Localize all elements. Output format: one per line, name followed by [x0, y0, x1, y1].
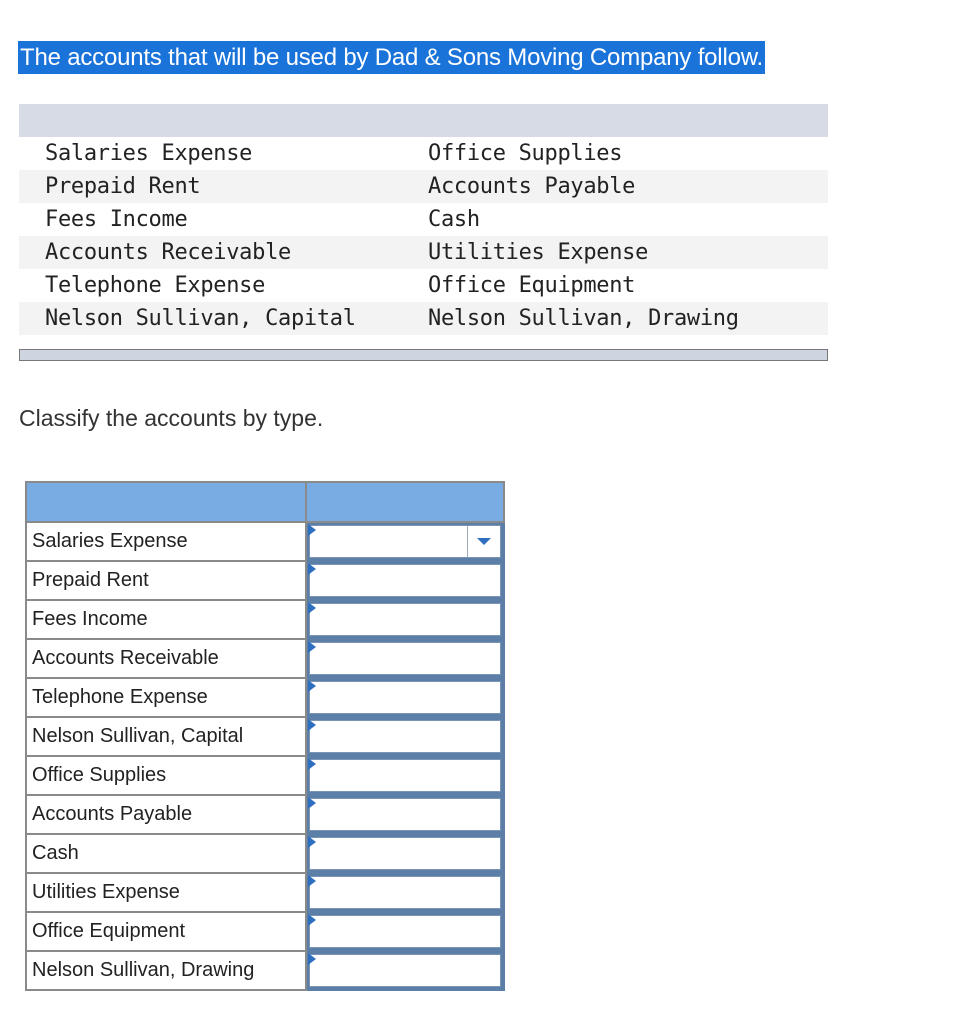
classification-row: Utilities Expense — [25, 872, 505, 913]
classification-row: Office Supplies — [25, 755, 505, 796]
classification-row: Accounts Receivable — [25, 638, 505, 679]
answer-flag-icon — [308, 836, 316, 848]
classification-table: Salaries Expense Prepaid Rent Fees Incom… — [25, 481, 505, 991]
account-type-select[interactable] — [308, 563, 501, 597]
account-left: Salaries Expense — [45, 141, 253, 166]
header-type — [305, 481, 505, 523]
answer-flag-icon — [308, 641, 316, 653]
account-type-cell — [305, 755, 505, 796]
account-right: Accounts Payable — [428, 174, 636, 199]
answer-flag-icon — [308, 680, 316, 692]
answer-flag-icon — [308, 758, 316, 770]
classification-row: Nelson Sullivan, Drawing — [25, 950, 505, 991]
account-left: Nelson Sullivan, Capital — [45, 306, 356, 331]
account-type-cell — [305, 833, 505, 874]
account-type-select[interactable] — [308, 953, 501, 987]
answer-flag-icon — [308, 602, 316, 614]
account-name: Utilities Expense — [25, 872, 307, 913]
answer-flag-icon — [308, 797, 316, 809]
classification-header-row — [25, 481, 505, 523]
answer-flag-icon — [308, 953, 316, 965]
account-name: Accounts Payable — [25, 794, 307, 835]
account-type-cell — [305, 599, 505, 640]
account-right: Nelson Sullivan, Drawing — [428, 306, 739, 331]
account-type-cell — [305, 950, 505, 991]
answer-flag-icon — [308, 914, 316, 926]
accounts-list-row: Salaries Expense Office Supplies — [19, 137, 828, 170]
classification-row: Fees Income — [25, 599, 505, 640]
account-name: Nelson Sullivan, Capital — [25, 716, 307, 757]
accounts-list-row: Fees Income Cash — [19, 203, 828, 236]
accounts-list-table: Salaries Expense Office Supplies Prepaid… — [19, 104, 828, 335]
account-type-select[interactable] — [308, 758, 501, 792]
account-name: Salaries Expense — [25, 521, 307, 562]
accounts-list-row: Accounts Receivable Utilities Expense — [19, 236, 828, 269]
account-type-select[interactable] — [308, 602, 501, 636]
account-name: Nelson Sullivan, Drawing — [25, 950, 307, 991]
classification-row: Office Equipment — [25, 911, 505, 952]
account-right: Office Equipment — [428, 273, 636, 298]
account-type-cell — [305, 677, 505, 718]
account-name: Accounts Receivable — [25, 638, 307, 679]
account-type-cell — [305, 716, 505, 757]
answer-flag-icon — [308, 875, 316, 887]
account-type-cell — [305, 560, 505, 601]
account-name: Office Supplies — [25, 755, 307, 796]
accounts-list-row: Prepaid Rent Accounts Payable — [19, 170, 828, 203]
account-type-select[interactable] — [308, 875, 501, 909]
header-account — [25, 481, 307, 523]
instruction-text: Classify the accounts by type. — [19, 405, 324, 431]
account-name: Office Equipment — [25, 911, 307, 952]
account-type-select[interactable] — [308, 524, 501, 558]
account-type-cell — [305, 638, 505, 679]
account-left: Prepaid Rent — [45, 174, 201, 199]
accounts-list-row: Telephone Expense Office Equipment — [19, 269, 828, 302]
account-type-cell — [305, 794, 505, 835]
account-left: Telephone Expense — [45, 273, 266, 298]
account-type-cell — [305, 872, 505, 913]
account-right: Utilities Expense — [428, 240, 649, 265]
account-name: Fees Income — [25, 599, 307, 640]
account-type-select[interactable] — [308, 797, 501, 831]
answer-flag-icon — [308, 563, 316, 575]
account-type-select[interactable] — [308, 836, 501, 870]
classification-row: Salaries Expense — [25, 521, 505, 562]
classification-row: Telephone Expense — [25, 677, 505, 718]
accounts-list-row: Nelson Sullivan, Capital Nelson Sullivan… — [19, 302, 828, 335]
classification-row: Accounts Payable — [25, 794, 505, 835]
classification-row: Cash — [25, 833, 505, 874]
account-type-select[interactable] — [308, 914, 501, 948]
account-name: Telephone Expense — [25, 677, 307, 718]
account-right: Office Supplies — [428, 141, 623, 166]
account-type-select[interactable] — [308, 680, 501, 714]
horizontal-scrollbar[interactable] — [19, 349, 828, 361]
account-name: Cash — [25, 833, 307, 874]
intro-text: The accounts that will be used by Dad & … — [18, 41, 765, 74]
answer-flag-icon — [308, 524, 316, 536]
account-left: Accounts Receivable — [45, 240, 291, 265]
accounts-list-header — [19, 104, 828, 137]
account-name: Prepaid Rent — [25, 560, 307, 601]
account-left: Fees Income — [45, 207, 188, 232]
account-right: Cash — [428, 207, 480, 232]
account-type-cell — [305, 911, 505, 952]
account-type-select[interactable] — [308, 719, 501, 753]
account-type-cell — [305, 521, 505, 562]
account-type-select[interactable] — [308, 641, 501, 675]
answer-flag-icon — [308, 719, 316, 731]
dropdown-button[interactable] — [467, 526, 500, 557]
classification-row: Nelson Sullivan, Capital — [25, 716, 505, 757]
chevron-down-icon — [477, 538, 491, 545]
classification-row: Prepaid Rent — [25, 560, 505, 601]
